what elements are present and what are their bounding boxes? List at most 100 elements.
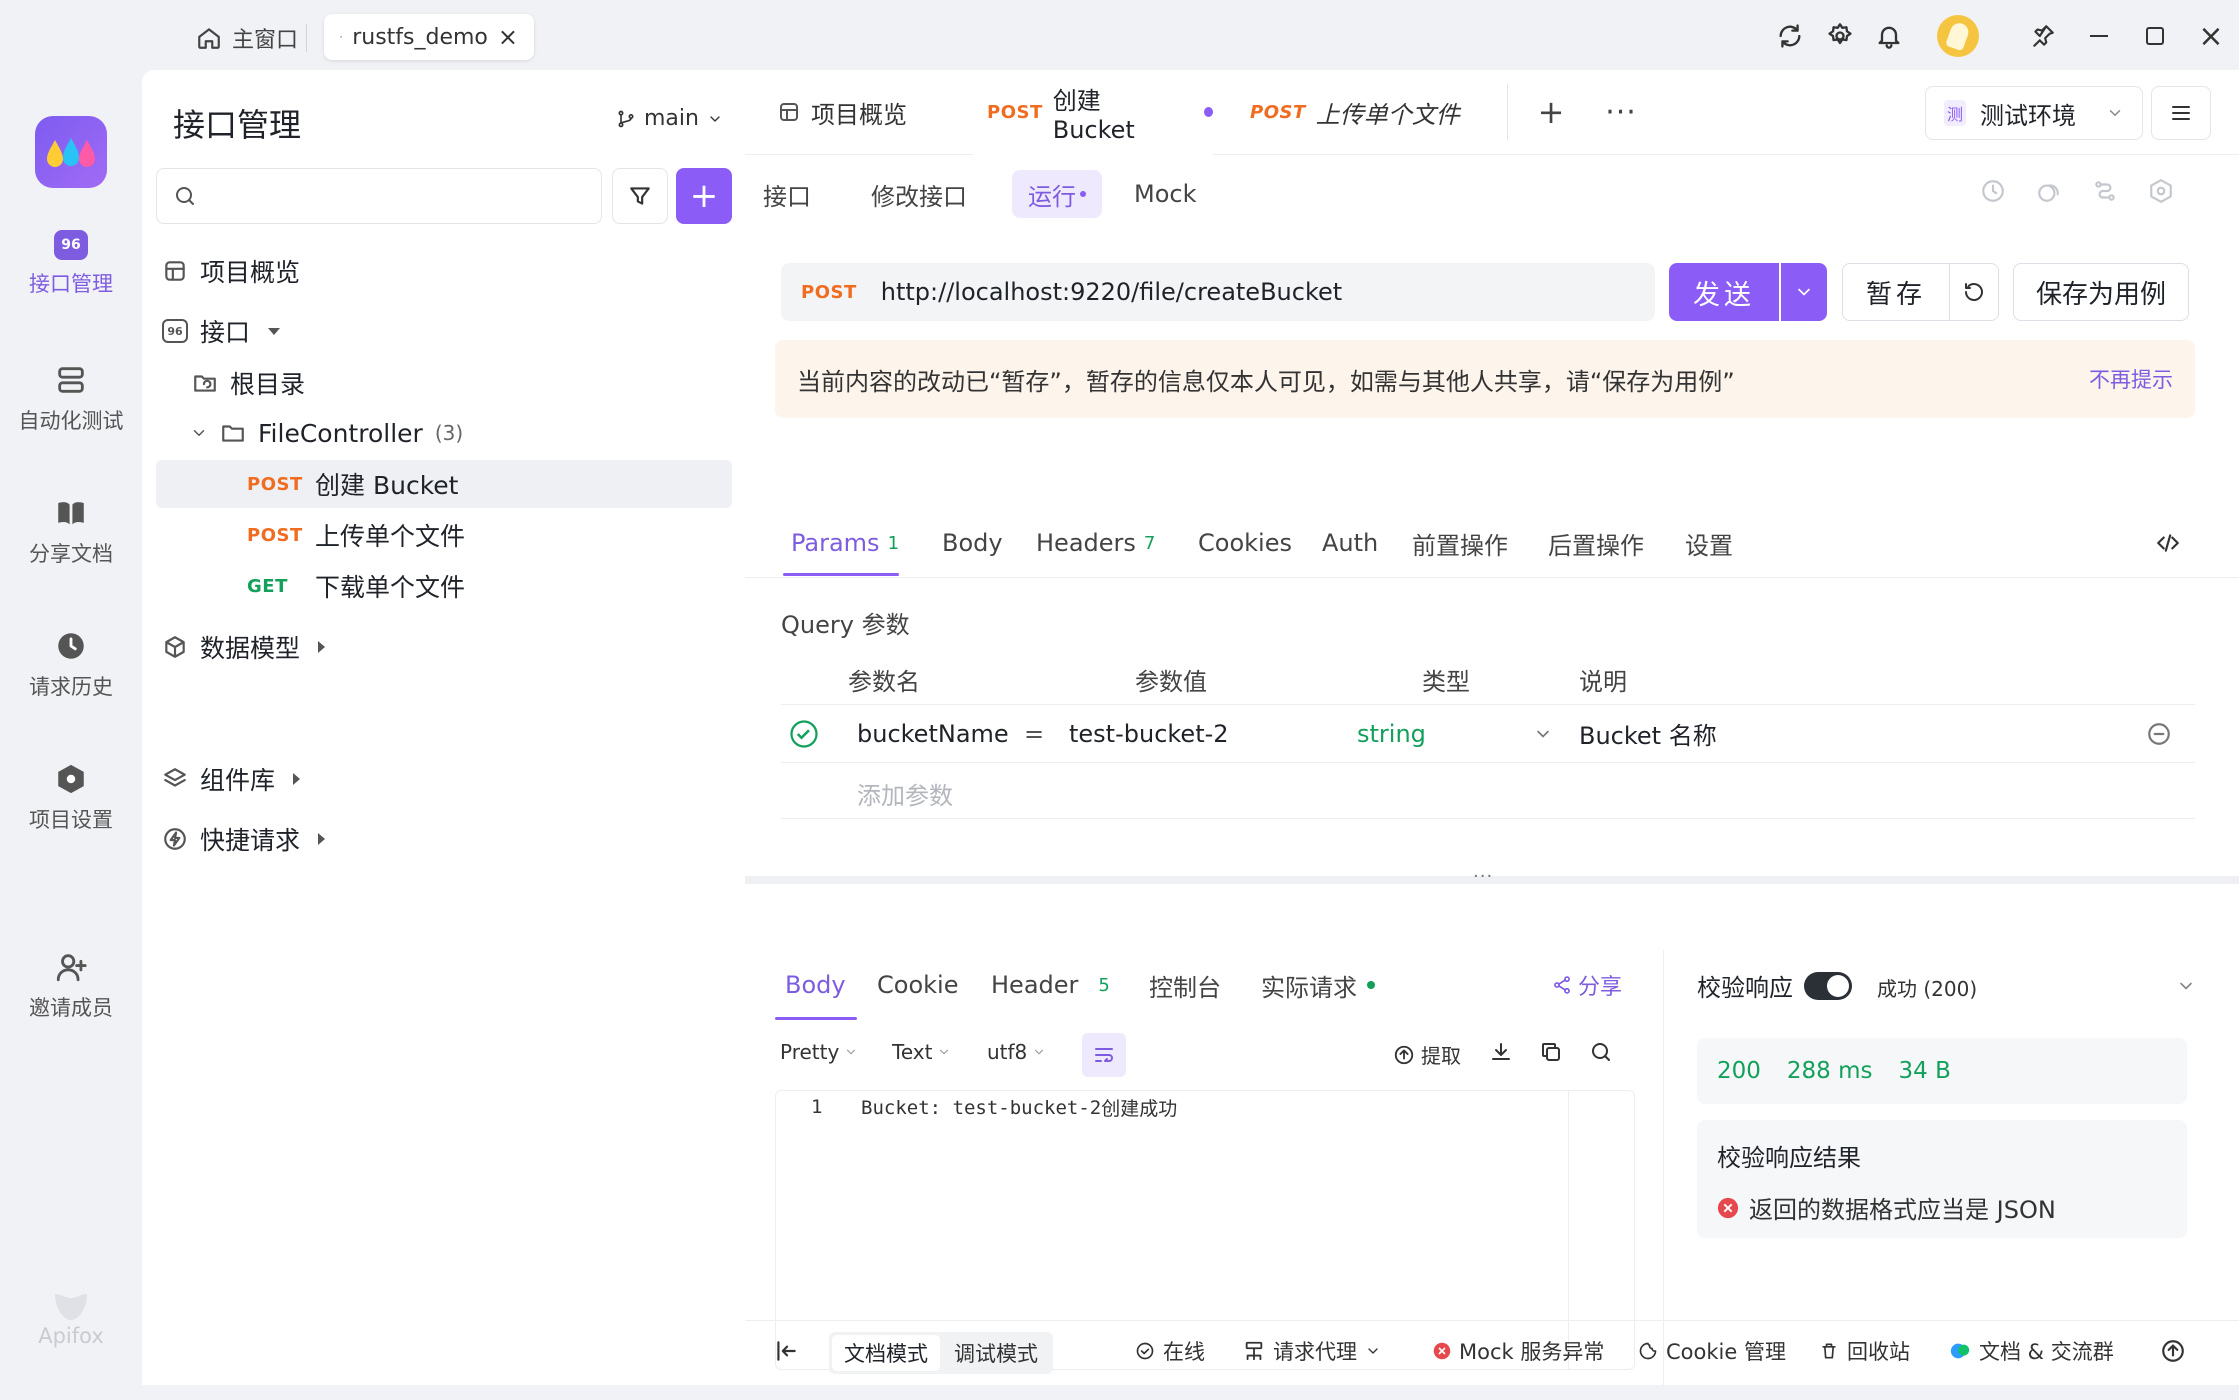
debug-mode-button[interactable]: 调试模式 [942,1335,1050,1371]
project-tab[interactable]: rustfs_demo × [324,14,534,60]
download-icon[interactable] [1489,1040,1513,1064]
rail-item-invite[interactable]: 邀请成员 [0,950,142,1022]
format-select[interactable]: Pretty [780,1040,858,1064]
sub-tab-mock[interactable]: Mock [1118,170,1212,218]
doc-tab-overview[interactable]: 项目概览 [777,70,907,154]
search-box[interactable] [156,168,602,224]
rail-item-history[interactable]: 请求历史 [0,629,142,701]
scrollbar-track[interactable] [1568,1091,1569,1369]
resp-tab-cookie[interactable]: Cookie [877,950,958,1020]
tab-pre-ops[interactable]: 前置操作 [1412,510,1508,576]
history-icon[interactable] [1980,178,2006,204]
cookie-manager[interactable]: Cookie 管理 [1638,1332,1786,1370]
tab-headers[interactable]: Headers 7 [1036,510,1155,576]
pin-button[interactable] [2025,18,2061,54]
home-tab[interactable]: 主窗口 [182,16,312,60]
close-tab-icon[interactable]: × [498,23,518,51]
tree-item-folder[interactable]: FileController (3) [190,409,463,457]
search-input[interactable] [207,183,585,209]
tree-item-schemas[interactable]: 数据模型 [162,623,326,671]
dismiss-notice-link[interactable]: 不再提示 [2089,364,2173,394]
doc-mode-button[interactable]: 文档模式 [832,1335,940,1371]
tab-params[interactable]: Params 1 [791,510,899,576]
upload-circle-icon[interactable] [2160,1338,2186,1364]
sub-tab-edit[interactable]: 修改接口 [855,170,983,218]
resp-tab-actual-request[interactable]: 实际请求 [1261,950,1375,1020]
minimize-button[interactable] [2081,18,2117,54]
notifications-button[interactable] [1871,18,1907,54]
revert-button[interactable] [1949,263,1999,321]
type-select[interactable]: Text [892,1040,951,1064]
add-button[interactable]: + [676,168,732,224]
tree-endpoint-download[interactable]: GET 下载单个文件 [247,562,465,610]
splitter-handle-icon[interactable]: ··· [1473,866,1493,887]
response-body-editor[interactable] [775,1090,1635,1370]
copy-shape-icon[interactable] [2036,178,2062,204]
extract-button[interactable]: 提取 [1393,1040,1461,1069]
tab-settings[interactable]: 设置 [1685,510,1733,576]
sync-button[interactable] [1772,18,1808,54]
new-tab-button[interactable]: + [1531,92,1571,132]
collapse-sidebar-icon[interactable] [773,1338,799,1364]
maximize-button[interactable] [2137,18,2173,54]
save-as-case-button[interactable]: 保存为用例 [2013,263,2189,321]
close-window-button[interactable]: × [2193,18,2229,54]
rail-item-api-management[interactable]: 96 接口管理 [0,230,142,298]
avatar[interactable] [1937,15,1979,57]
method-badge[interactable]: POST [801,282,857,303]
send-button[interactable]: 发送 [1669,263,1779,321]
tab-cookies[interactable]: Cookies [1198,510,1292,576]
param-value[interactable]: test-bucket-2 [1069,720,1229,748]
mock-status[interactable]: Mock 服务异常 [1433,1332,1604,1370]
sub-tab-run[interactable]: 运行 [1012,170,1102,218]
tab-body[interactable]: Body [942,510,1003,576]
remove-circle-icon[interactable] [2146,721,2172,747]
sub-tab-api[interactable]: 接口 [747,170,827,218]
doc-tab-create-bucket[interactable]: POST 创建 Bucket [973,70,1213,154]
check-circle-icon[interactable] [789,719,819,749]
chevron-down-icon[interactable] [2176,976,2196,996]
target-icon[interactable] [2148,178,2174,204]
resp-tab-console[interactable]: 控制台 [1149,950,1221,1020]
online-status[interactable]: 在线 [1135,1332,1205,1370]
tree-item-root[interactable]: 根目录 [192,359,305,407]
tab-auth[interactable]: Auth [1322,510,1378,576]
wrap-toggle[interactable] [1082,1033,1126,1077]
settings-button[interactable] [1822,18,1858,54]
validation-toggle[interactable] [1804,972,1852,1000]
search-icon[interactable] [1589,1040,1613,1064]
rail-item-share-docs[interactable]: 分享文档 [0,496,142,568]
tree-item-overview[interactable]: 项目概览 [162,247,300,295]
add-param-input[interactable]: 添加参数 [857,776,953,811]
resp-tab-body[interactable]: Body [785,950,846,1020]
filter-button[interactable] [612,168,668,224]
encoding-select[interactable]: utf8 [987,1040,1046,1064]
url-bar[interactable]: POST http://localhost:9220/file/createBu… [781,263,1655,321]
rail-item-project-settings[interactable]: 项目设置 [0,762,142,834]
tree-endpoint-upload[interactable]: POST 上传单个文件 [247,511,465,559]
share-button[interactable]: 分享 [1552,950,1622,1020]
copy-icon[interactable] [1539,1040,1563,1064]
param-name[interactable]: bucketName [857,720,1009,748]
menu-button[interactable] [2151,86,2211,140]
tree-item-components[interactable]: 组件库 [162,755,301,803]
tree-item-apis[interactable]: 96 接口 [162,307,281,355]
resp-tab-header[interactable]: Header 5 [991,950,1110,1020]
flow-icon[interactable] [2092,178,2118,204]
more-tabs-button[interactable]: ··· [1601,92,1641,132]
rail-item-automation[interactable]: 自动化测试 [0,363,142,435]
proxy-menu[interactable]: 请求代理 [1243,1332,1381,1370]
tree-endpoint-create-bucket[interactable]: POST 创建 Bucket [247,460,458,508]
tab-post-ops[interactable]: 后置操作 [1548,510,1644,576]
chevron-down-icon[interactable] [1533,724,1553,744]
doc-tab-upload[interactable]: POST 上传单个文件 [1250,70,1460,154]
param-type[interactable]: string [1357,720,1426,748]
branch-selector[interactable]: main [616,106,723,131]
tree-item-quick-requests[interactable]: 快捷请求 [162,815,326,863]
save-temp-button[interactable]: 暂存 [1842,263,1950,321]
community[interactable]: 文档 & 交流群 [1949,1332,2114,1370]
trash[interactable]: 回收站 [1819,1332,1910,1370]
send-options-button[interactable] [1781,263,1827,321]
code-view-button[interactable] [2155,510,2181,576]
param-desc[interactable]: Bucket 名称 [1579,716,1717,751]
